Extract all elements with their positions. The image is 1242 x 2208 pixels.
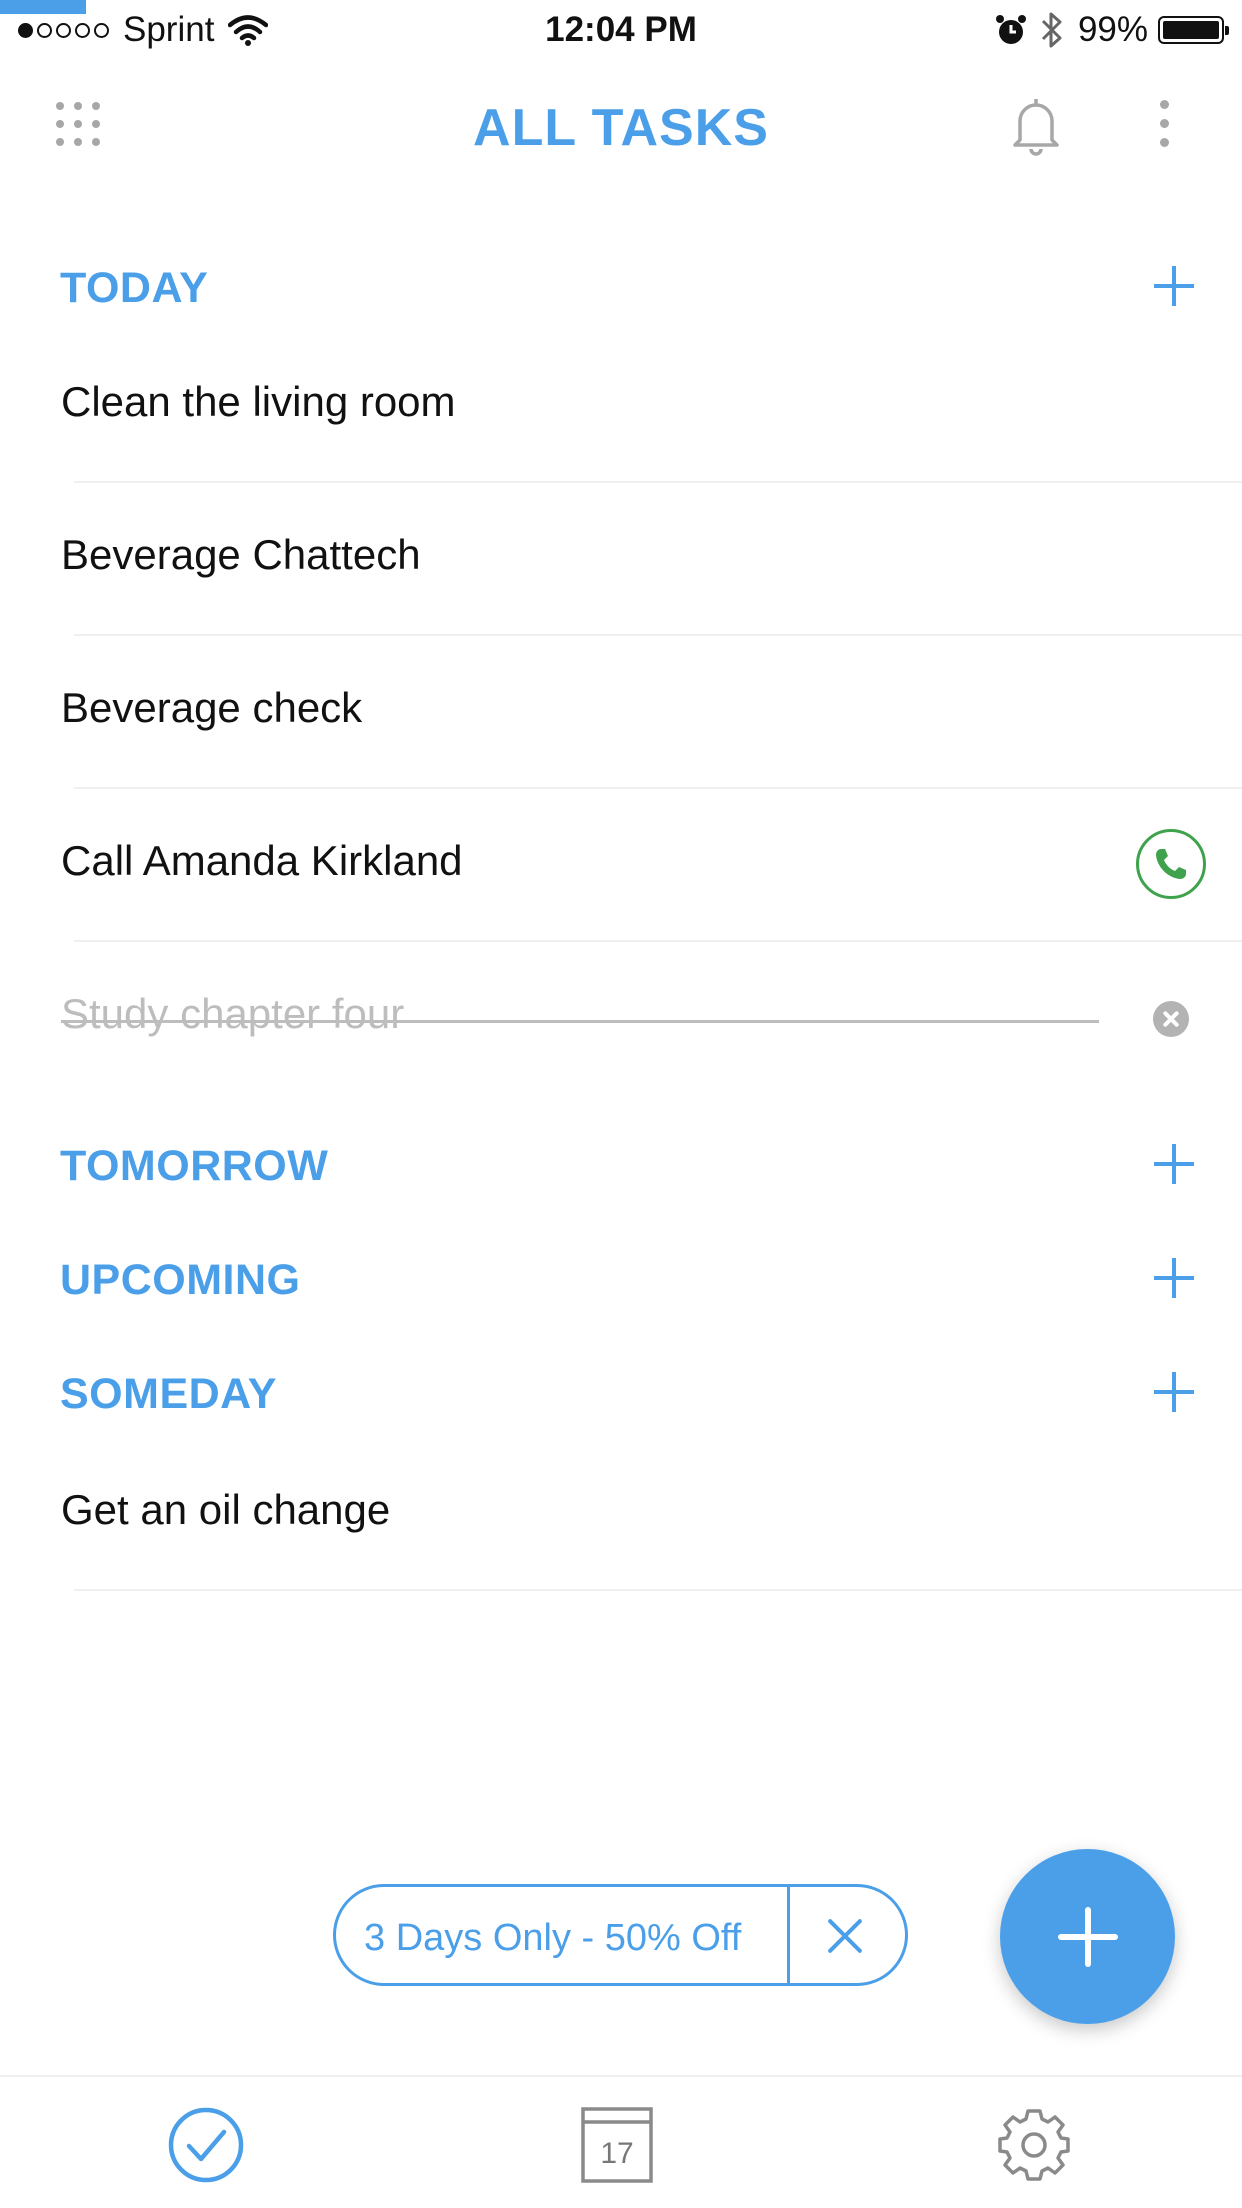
battery-icon — [1158, 16, 1229, 44]
app-header: ALL TASKS — [0, 70, 1242, 180]
tab-bar: 17 — [0, 2075, 1242, 2208]
task-row-completed[interactable]: Study chapter four — [0, 942, 1242, 1095]
tab-tasks[interactable] — [166, 2105, 246, 2185]
add-upcoming-plus-icon[interactable] — [1148, 1252, 1200, 1304]
add-tomorrow-plus-icon[interactable] — [1148, 1138, 1200, 1190]
more-vertical-icon[interactable] — [1160, 100, 1170, 147]
add-task-button[interactable] — [1000, 1849, 1175, 2024]
task-row[interactable]: Beverage check — [0, 636, 1242, 789]
section-title: SOMEDAY — [60, 1370, 277, 1418]
calendar-day: 17 — [600, 2137, 634, 2170]
task-label: Call Amanda Kirkland — [61, 837, 463, 884]
clear-icon[interactable] — [1153, 1001, 1189, 1037]
task-label: Clean the living room — [61, 378, 456, 425]
add-someday-plus-icon[interactable] — [1148, 1366, 1200, 1418]
section-title: TOMORROW — [60, 1142, 329, 1190]
alarm-icon — [995, 15, 1026, 44]
section-header-today: TODAY — [60, 252, 1200, 322]
section-header-tomorrow: TOMORROW — [60, 1130, 1200, 1200]
tab-settings[interactable] — [994, 2105, 1074, 2185]
promo-label: 3 Days Only - 50% Off — [364, 1917, 742, 1959]
task-row[interactable]: Beverage Chattech — [0, 483, 1242, 636]
task-row[interactable]: Clean the living room — [0, 330, 1242, 483]
check-circle-icon — [168, 2107, 244, 2183]
section-title: TODAY — [60, 264, 209, 312]
close-icon[interactable] — [790, 1887, 905, 1983]
gear-icon — [998, 2109, 1070, 2181]
status-bar: Sprint 12:04 PM 99% — [0, 0, 1242, 62]
bluetooth-icon — [1041, 12, 1062, 48]
section-header-someday: SOMEDAY — [60, 1358, 1200, 1428]
bell-icon[interactable] — [1010, 96, 1062, 156]
status-right: 99% — [994, 10, 1229, 50]
promo-banner[interactable]: 3 Days Only - 50% Off — [333, 1884, 908, 1986]
add-today-plus-icon[interactable] — [1148, 260, 1200, 312]
task-label: Beverage check — [61, 684, 363, 731]
divider — [74, 1589, 1242, 1591]
phone-icon[interactable] — [1136, 829, 1206, 899]
task-row[interactable]: Get an oil change — [0, 1438, 1242, 1591]
task-label: Beverage Chattech — [61, 531, 421, 578]
battery-percent: 99% — [1077, 10, 1148, 49]
task-label: Study chapter four — [61, 990, 405, 1037]
task-label: Get an oil change — [61, 1486, 391, 1533]
strikethrough-line — [61, 1020, 1099, 1023]
tab-calendar[interactable]: 17 — [580, 2105, 660, 2185]
section-header-upcoming: UPCOMING — [60, 1244, 1200, 1314]
task-row[interactable]: Call Amanda Kirkland — [0, 789, 1242, 942]
section-title: UPCOMING — [60, 1256, 301, 1304]
